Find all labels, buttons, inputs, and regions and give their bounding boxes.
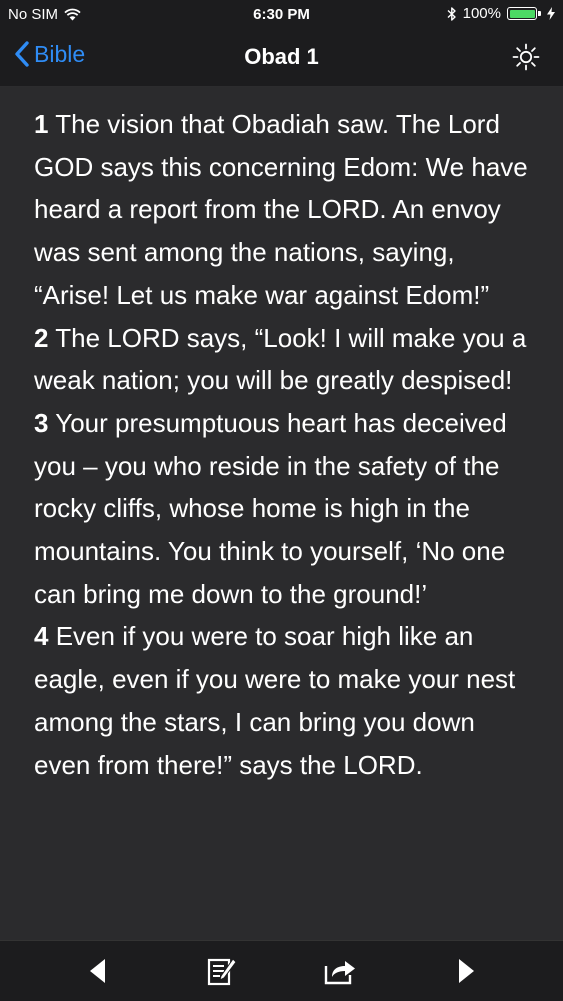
verse-number: 4: [34, 621, 49, 652]
back-button[interactable]: Bible: [14, 40, 85, 68]
charging-bolt-icon: [547, 7, 555, 20]
verse-text: The vision that Obadiah saw. The Lord GO…: [34, 109, 528, 310]
share-button[interactable]: [322, 955, 355, 987]
chapter-text: 1 The vision that Obadiah saw. The Lord …: [34, 103, 534, 786]
verse-text: Your presumptuous heart has deceived you…: [34, 407, 507, 609]
verse-text: The LORD says, “Look! I will make you a …: [34, 322, 527, 396]
verse-text: Even if you were to soar high like an ea…: [34, 621, 516, 780]
bottom-toolbar: [0, 940, 563, 1001]
verse: 2 The LORD says, “Look! I will make you …: [34, 323, 526, 396]
verse: 1 The vision that Obadiah saw. The Lord …: [34, 109, 528, 310]
chapter-content[interactable]: 1 The vision that Obadiah saw. The Lord …: [0, 87, 563, 940]
next-chapter-icon: [459, 959, 474, 983]
next-chapter-button[interactable]: [450, 955, 482, 987]
chevron-left-icon: [15, 41, 29, 67]
battery-icon: [507, 7, 537, 20]
navigation-bar: Bible Obad 1: [0, 30, 563, 87]
battery-percent: 100%: [462, 5, 501, 22]
battery-level-fill: [509, 9, 535, 18]
verse-number: 2: [34, 322, 49, 353]
bluetooth-icon: [447, 6, 456, 21]
verse: 4 Even if you were to soar high like an …: [34, 621, 515, 779]
previous-chapter-icon: [90, 959, 105, 983]
verse-number: 3: [34, 407, 49, 438]
share-icon: [324, 961, 355, 985]
back-button-label: Bible: [34, 40, 86, 67]
notes-icon: [207, 958, 237, 986]
battery-cap: [538, 11, 541, 16]
brightness-button[interactable]: [511, 42, 541, 72]
brightness-icon: [512, 43, 540, 71]
previous-chapter-button[interactable]: [82, 955, 114, 987]
status-bar: No SIM 6:30 PM 100%: [0, 0, 563, 30]
status-right: 100%: [447, 5, 555, 22]
verse: 3 Your presumptuous heart has deceived y…: [34, 408, 507, 609]
notes-button[interactable]: [206, 955, 238, 987]
verse-number: 1: [34, 109, 49, 139]
